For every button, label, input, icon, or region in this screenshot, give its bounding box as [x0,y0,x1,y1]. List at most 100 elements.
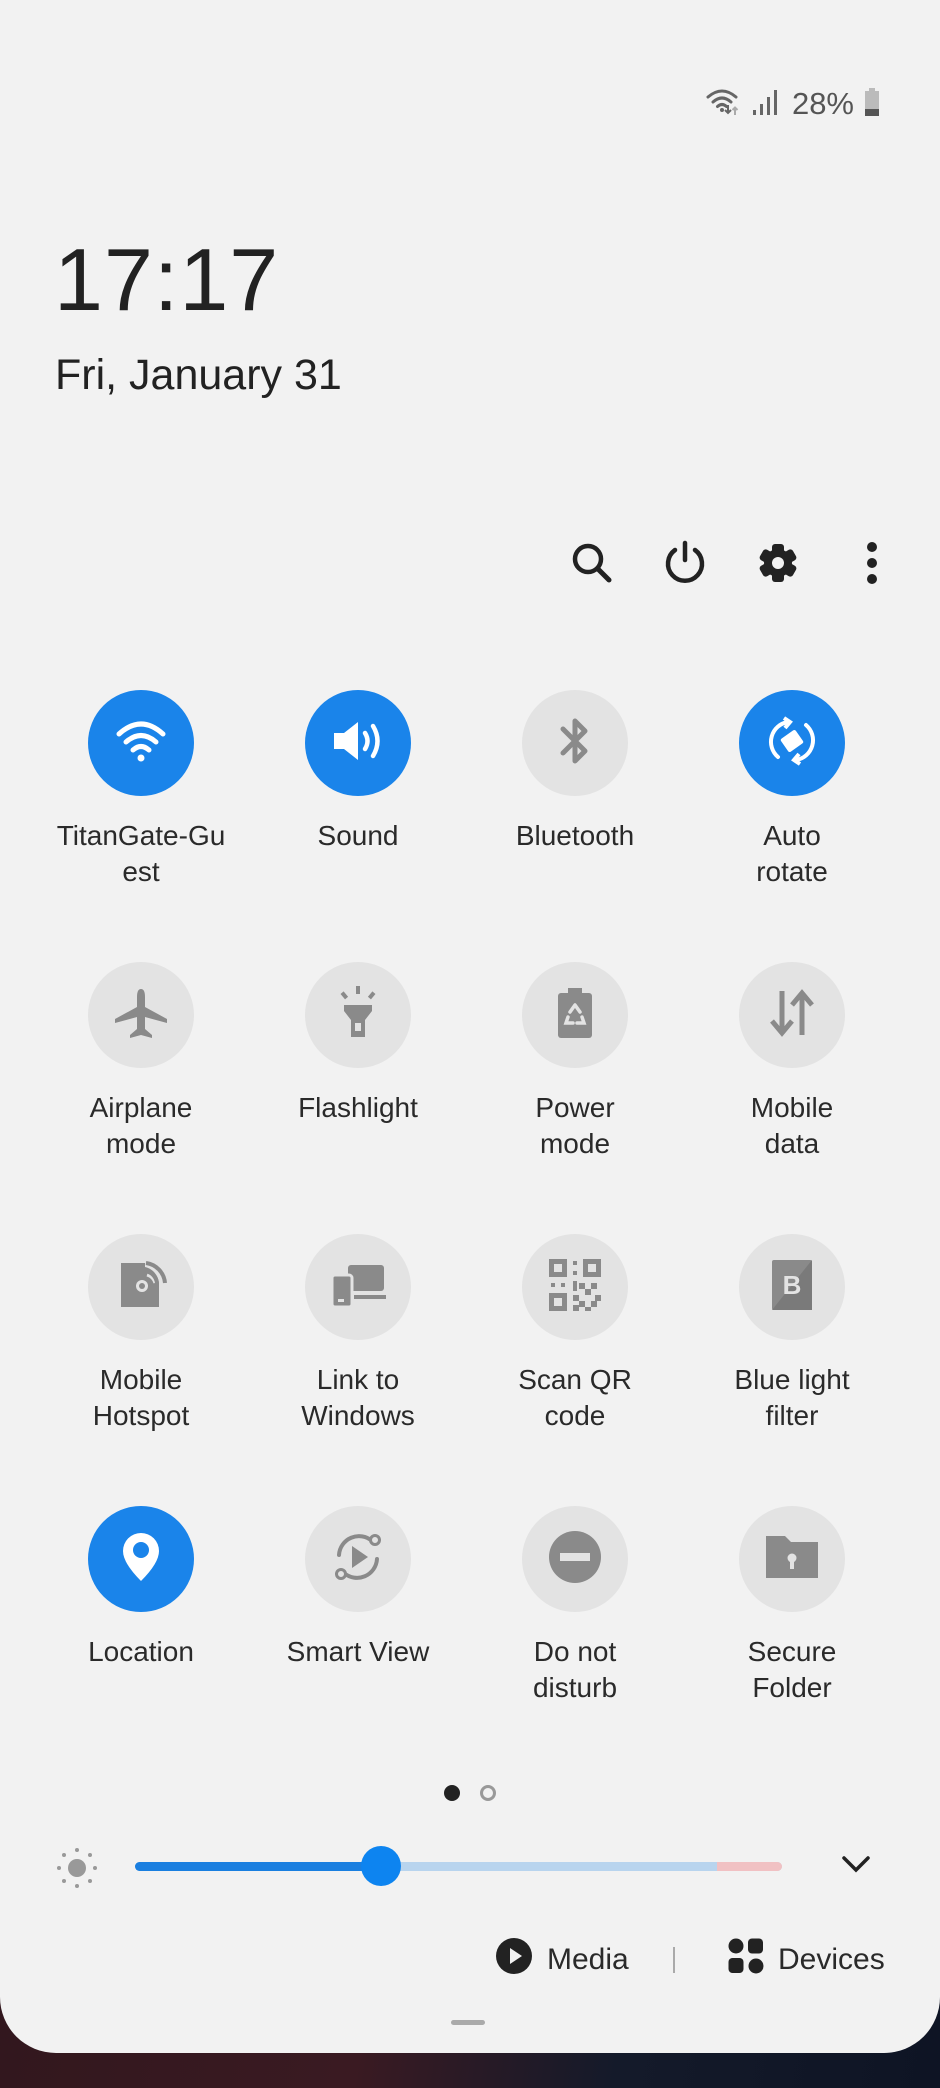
tile-toggle-wifi[interactable] [88,690,194,796]
tile-toggle-sound[interactable] [305,690,411,796]
tile-label[interactable]: Smart View [248,1634,468,1670]
tile-hotspot[interactable]: Mobile Hotspot [31,1234,251,1434]
tile-blue-light-filter[interactable]: B Blue light filter [682,1234,902,1434]
sun-icon [55,1846,99,1895]
tile-toggle-blue-light-filter[interactable]: B [739,1234,845,1340]
tile-toggle-auto-rotate[interactable] [739,690,845,796]
tile-toggle-location[interactable] [88,1506,194,1612]
wifi-icon [113,716,169,771]
power-icon [662,540,708,591]
brightness-slider-track[interactable] [135,1862,782,1871]
chevron-down-icon [840,1856,872,1880]
wifi-status-icon [706,87,742,122]
tile-label[interactable]: Scan QR code [465,1362,685,1434]
tile-toggle-do-not-disturb[interactable] [522,1506,628,1612]
battery-percent: 28% [791,86,854,121]
clock-date[interactable]: Fri, January 31 [55,354,342,397]
tile-secure-folder[interactable]: Secure Folder [682,1506,902,1706]
panel-toolbar [0,535,940,595]
media-label: Media [547,1943,629,1976]
play-circle-icon [495,1937,533,1983]
status-bar: 28% [706,84,880,124]
tile-toggle-bluetooth[interactable] [522,690,628,796]
tile-power-mode[interactable]: Power mode [465,962,685,1162]
hotspot-icon [115,1257,167,1318]
tile-qr-code[interactable]: Scan QR code [465,1234,685,1434]
page-dot-2[interactable] [480,1785,496,1801]
tile-toggle-link-to-windows[interactable] [305,1234,411,1340]
devices-grid-icon [728,1938,764,1982]
tile-label[interactable]: Auto rotate [682,818,902,890]
tile-toggle-hotspot[interactable] [88,1234,194,1340]
location-icon [119,1529,163,1590]
page-dot-1[interactable] [444,1785,460,1801]
more-options-button[interactable] [842,535,902,595]
search-button[interactable] [562,535,622,595]
tile-toggle-smart-view[interactable] [305,1506,411,1612]
airplane-icon [111,985,171,1046]
auto-rotate-icon [762,711,822,776]
bottom-bar: Media Devices [0,1935,940,1985]
tile-toggle-airplane[interactable] [88,962,194,1068]
flashlight-icon [333,983,383,1048]
tile-toggle-power-mode[interactable] [522,962,628,1068]
page-indicator [0,1785,940,1801]
tile-label[interactable]: Sound [248,818,468,854]
tile-label[interactable]: Bluetooth [465,818,685,854]
do-not-disturb-icon [548,1530,602,1589]
search-icon [570,541,614,590]
tile-label[interactable]: Link to Windows [248,1362,468,1434]
tile-label[interactable]: Flashlight [248,1090,468,1126]
brightness-slider-thumb[interactable] [360,1846,401,1886]
quick-settings-panel: 28% 17:17 Fri, January 31 TitanGate-Gu e… [0,0,940,2053]
expand-brightness-button[interactable] [840,1852,872,1881]
panel-drag-handle[interactable] [451,2020,485,2025]
cellular-signal-icon [752,88,778,121]
tile-smart-view[interactable]: Smart View [248,1506,468,1670]
devices-button[interactable]: Devices [728,1935,885,1985]
tile-sound[interactable]: Sound [248,690,468,854]
tile-toggle-qr-code[interactable] [522,1234,628,1340]
tile-auto-rotate[interactable]: Auto rotate [682,690,902,890]
brightness-slider-fill [135,1862,381,1871]
bluetooth-icon [555,713,595,774]
gear-icon [756,541,800,590]
tile-do-not-disturb[interactable]: Do not disturb [465,1506,685,1706]
settings-button[interactable] [748,535,808,595]
tile-airplane[interactable]: Airplane mode [31,962,251,1162]
tile-bluetooth[interactable]: Bluetooth [465,690,685,854]
blue-light-filter-icon: B [770,1258,814,1317]
battery-icon [864,87,880,122]
tile-location[interactable]: Location [31,1506,251,1670]
bottom-divider [673,1947,675,1973]
tile-label[interactable]: Mobile Hotspot [31,1362,251,1434]
tile-wifi[interactable]: TitanGate-Gu est [31,690,251,890]
clock-time[interactable]: 17:17 [54,236,279,324]
svg-text:B: B [783,1270,802,1300]
power-button[interactable] [655,535,715,595]
tile-label[interactable]: Do not disturb [465,1634,685,1706]
tile-toggle-mobile-data[interactable] [739,962,845,1068]
tile-label[interactable]: Power mode [465,1090,685,1162]
brightness-high-zone [717,1862,782,1871]
more-vertical-icon [866,541,878,590]
power-mode-icon [553,985,597,1046]
secure-folder-icon [763,1532,821,1587]
tile-toggle-flashlight[interactable] [305,962,411,1068]
tile-link-to-windows[interactable]: Link to Windows [248,1234,468,1434]
tile-label[interactable]: Secure Folder [682,1634,902,1706]
tile-mobile-data[interactable]: Mobile data [682,962,902,1162]
tile-label[interactable]: Location [31,1634,251,1670]
sound-icon [328,716,388,771]
tile-flashlight[interactable]: Flashlight [248,962,468,1126]
media-button[interactable]: Media [495,1935,629,1985]
smart-view-icon [328,1527,388,1592]
tile-label[interactable]: Airplane mode [31,1090,251,1162]
link-to-windows-icon [328,1259,388,1316]
mobile-data-icon [764,987,820,1044]
tile-label[interactable]: Mobile data [682,1090,902,1162]
tile-label[interactable]: Blue light filter [682,1362,902,1434]
tile-label[interactable]: TitanGate-Gu est [31,818,251,890]
qr-code-icon [547,1257,603,1318]
tile-toggle-secure-folder[interactable] [739,1506,845,1612]
